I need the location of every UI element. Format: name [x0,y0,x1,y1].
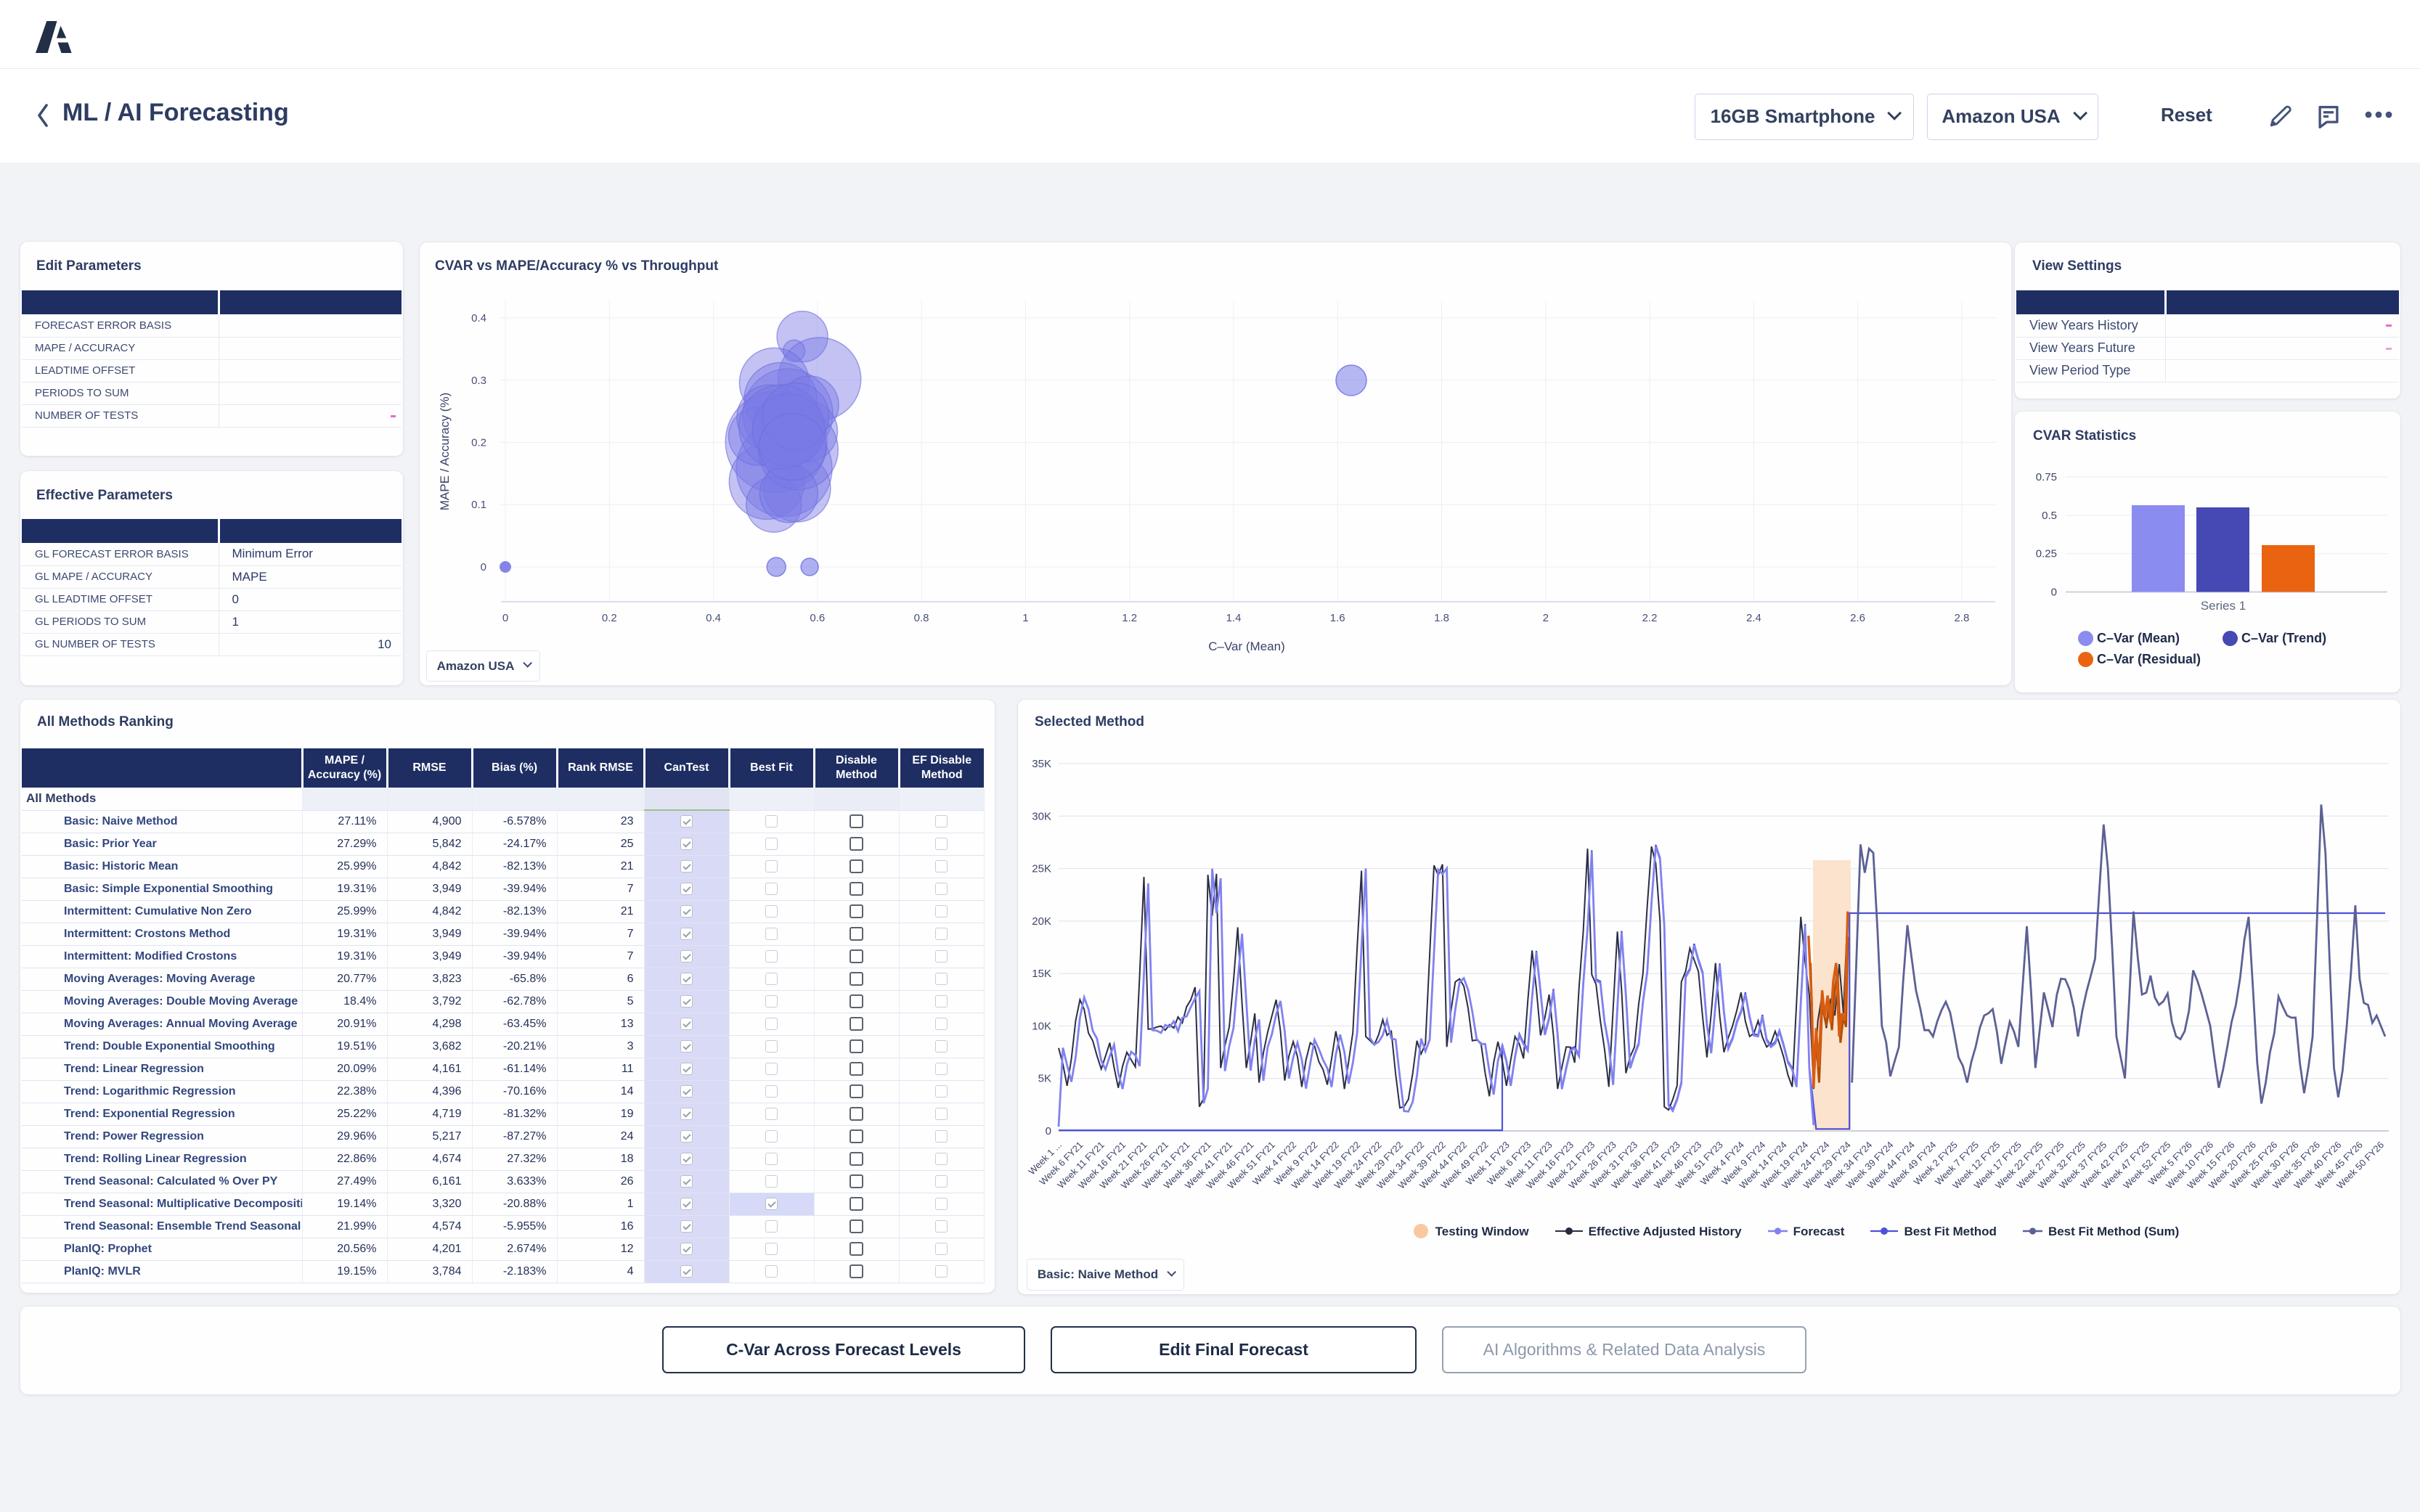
svg-text:MAPE / Accuracy (%): MAPE / Accuracy (%) [438,393,452,510]
svg-text:0.4: 0.4 [471,312,486,324]
svg-text:35K: 35K [1032,758,1051,770]
svg-text:0: 0 [2051,587,2057,599]
svg-text:2.4: 2.4 [1746,612,1761,624]
svg-text:2.6: 2.6 [1850,612,1865,624]
svg-text:0.6: 0.6 [810,612,825,624]
svg-text:0.3: 0.3 [471,375,486,387]
svg-text:C–Var (Mean): C–Var (Mean) [1208,639,1285,653]
svg-text:0.5: 0.5 [2042,510,2057,522]
svg-text:0: 0 [481,561,486,573]
svg-text:0: 0 [502,612,508,624]
svg-text:20K: 20K [1032,915,1051,928]
svg-text:1.8: 1.8 [1434,612,1449,624]
svg-text:1.6: 1.6 [1330,612,1345,624]
svg-text:Series 1: Series 1 [2201,599,2246,613]
svg-text:0.4: 0.4 [706,612,721,624]
svg-text:1.4: 1.4 [1226,612,1242,624]
svg-text:5K: 5K [1038,1073,1051,1085]
svg-text:0.1: 0.1 [471,499,486,511]
svg-text:15K: 15K [1032,968,1051,980]
svg-text:1: 1 [1022,612,1028,624]
svg-text:10K: 10K [1032,1020,1051,1032]
svg-text:25K: 25K [1032,863,1051,875]
svg-text:2.8: 2.8 [1954,612,1969,624]
svg-text:2.2: 2.2 [1642,612,1658,624]
svg-text:0.2: 0.2 [471,437,486,449]
svg-text:0.2: 0.2 [602,612,617,624]
svg-text:0.75: 0.75 [2036,471,2057,483]
svg-text:1.2: 1.2 [1122,612,1137,624]
svg-text:0.25: 0.25 [2036,548,2057,560]
svg-text:30K: 30K [1032,810,1051,822]
svg-text:0.8: 0.8 [914,612,929,624]
svg-text:0: 0 [1046,1125,1051,1137]
svg-text:2: 2 [1543,612,1549,624]
